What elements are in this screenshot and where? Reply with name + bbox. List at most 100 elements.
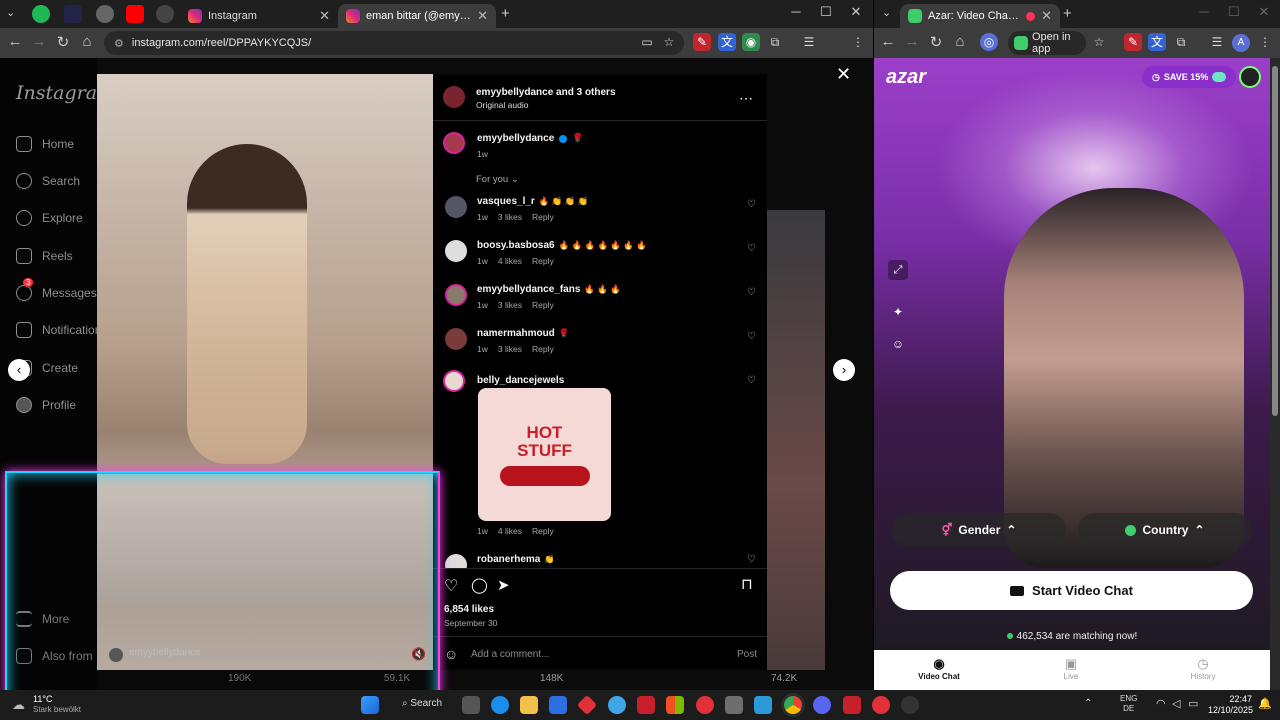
- app-grey-icon[interactable]: [725, 696, 743, 714]
- close-window-icon[interactable]: ✕: [846, 4, 866, 20]
- steam-icon[interactable]: [901, 696, 919, 714]
- sidebar-item-reels[interactable]: Reels: [16, 248, 73, 264]
- comment-likes[interactable]: 3 likes: [498, 300, 522, 310]
- file-explorer-icon[interactable]: [520, 696, 538, 714]
- close-window-icon[interactable]: ✕: [1254, 4, 1274, 20]
- next-post-button[interactable]: ›: [833, 359, 855, 381]
- reply-button[interactable]: Reply: [532, 344, 554, 354]
- reply-button[interactable]: Reply: [532, 526, 554, 536]
- open-in-app-button[interactable]: Open in app: [1008, 31, 1086, 55]
- sidebar-item-profile[interactable]: Profile: [16, 397, 76, 413]
- menu-dots-icon[interactable]: ⋮: [1256, 33, 1274, 51]
- comment-username[interactable]: boosy.basbosa6: [477, 240, 555, 251]
- windows-start-icon[interactable]: [361, 696, 379, 714]
- volume-icon[interactable]: ◁: [1172, 697, 1180, 710]
- comment-likes[interactable]: 4 likes: [498, 526, 522, 536]
- reply-button[interactable]: Reply: [532, 300, 554, 310]
- commenter-avatar[interactable]: [445, 554, 467, 568]
- comment-username[interactable]: robanerhema: [477, 554, 540, 565]
- profile-avatar[interactable]: A: [1232, 34, 1250, 52]
- country-filter-button[interactable]: Country ⌃: [1078, 513, 1252, 547]
- extensions-puzzle-icon[interactable]: ⧉: [1172, 33, 1190, 51]
- reply-button[interactable]: Reply: [532, 212, 554, 222]
- opera-gx-icon[interactable]: [872, 696, 890, 714]
- translate-extension-icon[interactable]: 文: [718, 33, 736, 51]
- sparkle-effects-icon[interactable]: ✦: [888, 302, 908, 322]
- close-modal-icon[interactable]: ✕: [836, 64, 851, 85]
- for-you-filter[interactable]: For you ⌄: [476, 174, 519, 185]
- wifi-icon[interactable]: ◠: [1156, 697, 1166, 710]
- maximize-icon[interactable]: ☐: [1224, 4, 1244, 20]
- extension-red-icon[interactable]: ✎: [1124, 33, 1142, 51]
- like-post-icon[interactable]: ♡: [444, 576, 458, 596]
- app-blue-icon[interactable]: [608, 696, 626, 714]
- comment-username[interactable]: emyybellydance_fans: [477, 284, 580, 295]
- next-reel-preview[interactable]: [767, 210, 825, 670]
- comment-username[interactable]: vasques_l_r: [477, 196, 535, 207]
- tab-list-icon[interactable]: ⌄: [6, 6, 15, 19]
- add-comment-input[interactable]: Add a comment...: [471, 649, 549, 660]
- pinned-tab-icon-2[interactable]: [96, 5, 114, 23]
- back-icon[interactable]: ←: [5, 33, 25, 50]
- tray-overflow-icon[interactable]: ⌃: [1084, 698, 1092, 709]
- azar-logo[interactable]: azar: [886, 66, 926, 89]
- maximize-icon[interactable]: ☐: [816, 4, 836, 20]
- tab-instagram[interactable]: Instagram ✕: [180, 4, 338, 28]
- bookmark-star-icon[interactable]: ☆: [660, 33, 678, 51]
- like-comment-icon[interactable]: ♡: [747, 287, 756, 298]
- forward-icon[interactable]: →: [902, 33, 922, 50]
- more-options-icon[interactable]: ⋯: [739, 90, 753, 107]
- close-tab-icon[interactable]: ✕: [1041, 8, 1052, 24]
- store-icon[interactable]: [549, 696, 567, 714]
- sidebar-item-explore[interactable]: Explore: [16, 210, 83, 226]
- share-icon[interactable]: ➤: [497, 576, 510, 594]
- new-tab-icon[interactable]: +: [1063, 5, 1072, 22]
- app-screen-icon[interactable]: [754, 696, 772, 714]
- nav-history[interactable]: ◷ History: [1178, 656, 1228, 681]
- tab-list-icon[interactable]: ⌄: [882, 6, 891, 19]
- comment-likes[interactable]: 4 likes: [498, 256, 522, 266]
- minimize-icon[interactable]: ─: [786, 4, 806, 19]
- nav-live[interactable]: ▣ Live: [1046, 656, 1096, 681]
- commenter-avatar[interactable]: [443, 370, 465, 392]
- battery-icon[interactable]: ▭: [1188, 697, 1198, 710]
- opera-icon[interactable]: [696, 696, 714, 714]
- weather-temp[interactable]: 11°C: [33, 694, 52, 704]
- commenter-avatar[interactable]: [445, 284, 467, 306]
- edge-icon[interactable]: [491, 696, 509, 714]
- caption-avatar[interactable]: [443, 132, 465, 154]
- nav-video-chat[interactable]: ◉ Video Chat: [914, 656, 964, 681]
- audio-label[interactable]: Original audio: [476, 100, 528, 110]
- like-comment-icon[interactable]: ♡: [747, 331, 756, 342]
- address-bar[interactable]: ⚙ instagram.com/reel/DPPAYKYCQJS/: [104, 31, 684, 55]
- tab-azar[interactable]: Azar: Video Chat | Alternati ✕: [900, 4, 1060, 28]
- save-bookmark-icon[interactable]: ⊓: [741, 575, 753, 593]
- reload-icon[interactable]: ↻: [53, 33, 73, 51]
- new-tab-icon[interactable]: +: [501, 5, 510, 22]
- home-icon[interactable]: ⌂: [77, 33, 97, 50]
- author-username[interactable]: emyybellydance: [476, 87, 553, 98]
- scrollbar-thumb[interactable]: [1272, 66, 1278, 416]
- app-red-2-icon[interactable]: [843, 696, 861, 714]
- task-view-icon[interactable]: [462, 696, 480, 714]
- comment-icon[interactable]: ◯: [471, 576, 488, 594]
- like-comment-icon[interactable]: ♡: [747, 554, 756, 565]
- like-comment-icon[interactable]: ♡: [747, 375, 756, 386]
- system-clock[interactable]: 22:47 12/10/2025: [1208, 694, 1253, 716]
- extensions-puzzle-icon[interactable]: ⧉: [766, 33, 784, 51]
- back-icon[interactable]: ←: [878, 33, 898, 50]
- comment-likes[interactable]: 3 likes: [498, 212, 522, 222]
- comment-username[interactable]: namermahmoud: [477, 328, 555, 339]
- sidebar-item-home[interactable]: Home: [16, 136, 74, 152]
- start-video-chat-button[interactable]: Start Video Chat: [890, 571, 1253, 610]
- taskbar-search[interactable]: ⌕ Search: [402, 698, 442, 709]
- app-red-icon[interactable]: [576, 694, 598, 716]
- like-comment-icon[interactable]: ♡: [747, 243, 756, 254]
- pinned-tab-icon[interactable]: [64, 5, 82, 23]
- reload-icon[interactable]: ↻: [926, 33, 946, 51]
- gender-filter-button[interactable]: ⚥ Gender ⌃: [892, 513, 1066, 547]
- tab-eman-bittar[interactable]: eman bittar (@emyybellydance ✕: [338, 4, 496, 28]
- like-comment-icon[interactable]: ♡: [747, 199, 756, 210]
- close-tab-icon[interactable]: ✕: [477, 8, 488, 24]
- comment-likes[interactable]: 3 likes: [498, 344, 522, 354]
